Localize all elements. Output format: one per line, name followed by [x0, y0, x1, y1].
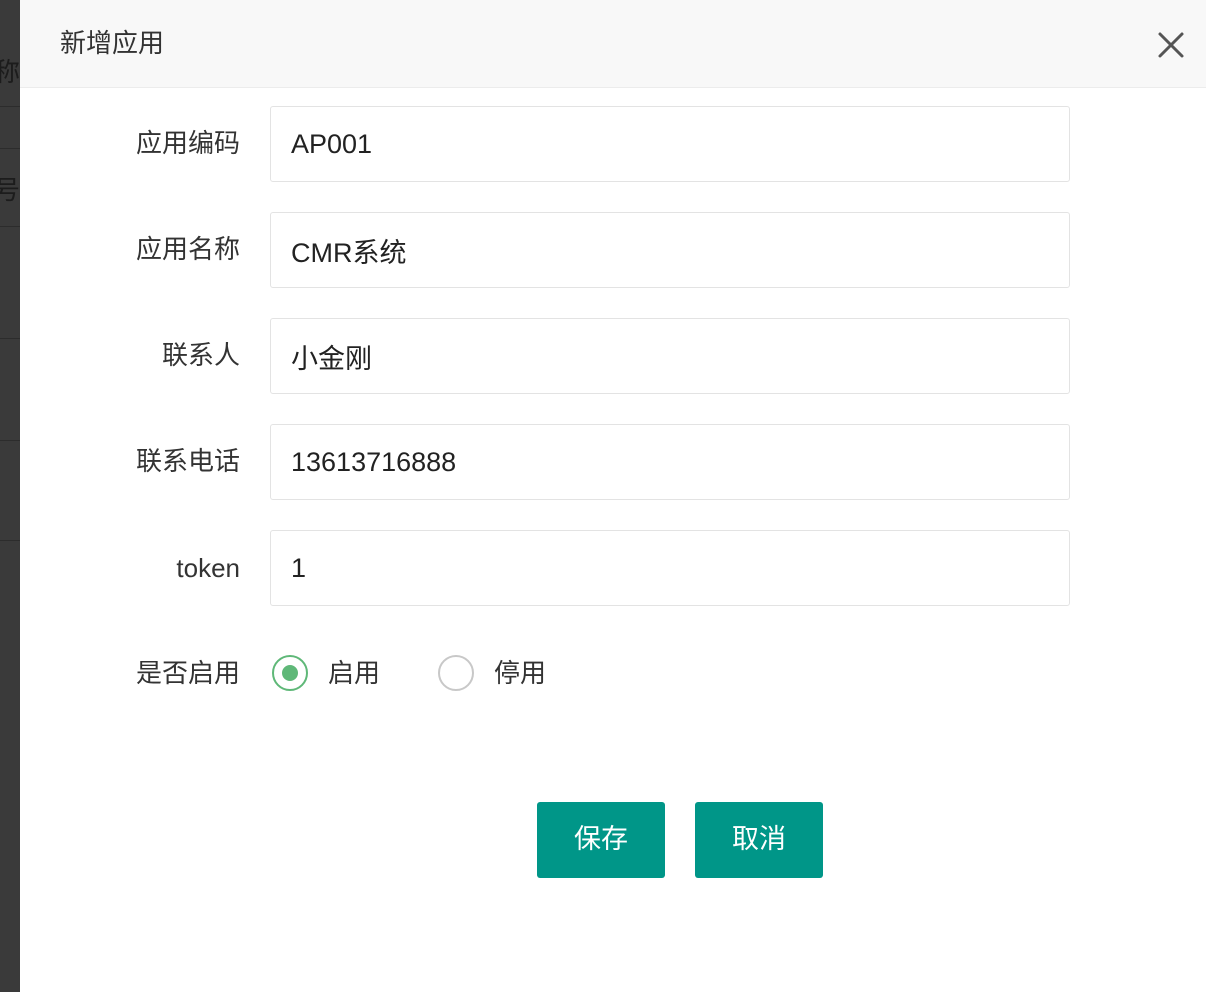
radio-unchecked-icon	[438, 655, 474, 691]
dialog-header: 新增应用	[20, 0, 1206, 88]
form-row-phone: 联系电话	[20, 424, 1206, 500]
app-code-input[interactable]	[270, 106, 1070, 182]
background-divider	[0, 106, 20, 107]
background-page: 称 号	[0, 0, 20, 992]
enabled-label: 是否启用	[135, 659, 240, 689]
token-label: token	[176, 553, 240, 583]
background-divider	[0, 226, 20, 227]
form-row-app-name: 应用名称	[20, 212, 1206, 288]
app-name-input[interactable]	[270, 212, 1070, 288]
save-button[interactable]: 保存	[537, 802, 665, 878]
phone-input[interactable]	[270, 424, 1070, 500]
radio-disable-label: 停用	[494, 659, 547, 689]
close-icon	[1158, 32, 1184, 58]
background-divider	[0, 440, 20, 441]
form-row-token: token	[20, 530, 1206, 606]
radio-checked-icon	[272, 655, 308, 691]
close-button[interactable]	[1156, 30, 1186, 60]
background-divider	[0, 338, 20, 339]
form-row-enabled: 是否启用 启用 停用	[20, 636, 1206, 712]
app-name-label: 应用名称	[135, 235, 240, 265]
token-input[interactable]	[270, 530, 1070, 606]
app-code-label: 应用编码	[135, 129, 240, 159]
background-partial-text: 称	[0, 58, 20, 88]
background-partial-text: 号	[0, 176, 20, 206]
background-divider	[0, 540, 20, 541]
phone-label: 联系电话	[135, 447, 240, 477]
background-divider	[0, 148, 20, 149]
cancel-button[interactable]: 取消	[695, 802, 823, 878]
radio-enable-label: 启用	[328, 659, 381, 689]
contact-input[interactable]	[270, 318, 1070, 394]
contact-label: 联系人	[161, 341, 240, 371]
add-app-dialog: 新增应用 应用编码 应用名称 联系人 联系电话 token 是否启用	[20, 0, 1206, 992]
form-row-contact: 联系人	[20, 318, 1206, 394]
dialog-title: 新增应用	[60, 29, 165, 59]
form-row-app-code: 应用编码	[20, 106, 1206, 182]
